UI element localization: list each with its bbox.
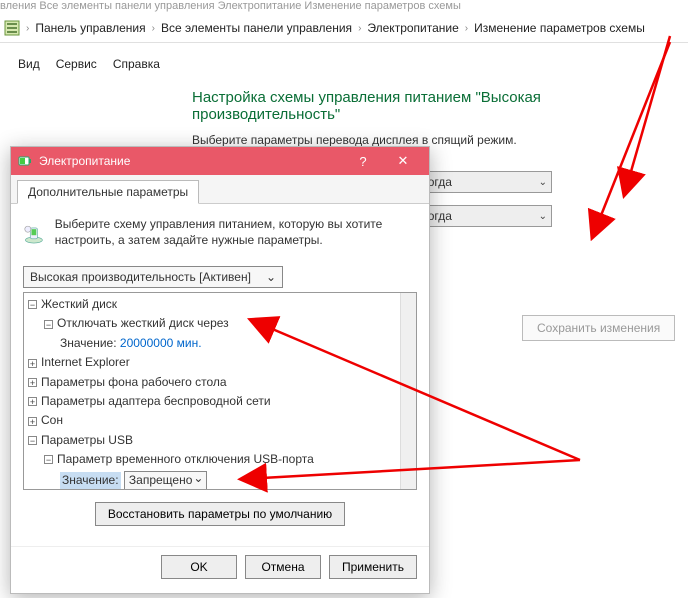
- tree-usb[interactable]: Параметры USB: [41, 433, 133, 447]
- tree-hdd-turnoff[interactable]: Отключать жесткий диск через: [57, 316, 229, 330]
- dialog-title: Электропитание: [39, 154, 343, 168]
- save-changes-button[interactable]: Сохранить изменения: [522, 315, 675, 341]
- collapse-icon[interactable]: −: [44, 320, 53, 329]
- tree-desktop-bg[interactable]: Параметры фона рабочего стола: [41, 375, 227, 389]
- apply-button[interactable]: Применить: [329, 555, 417, 579]
- menu-service[interactable]: Сервис: [56, 57, 97, 71]
- tree-sleep[interactable]: Сон: [41, 413, 63, 427]
- page-subtext: Выберите параметры перевода дисплея в сп…: [192, 133, 688, 147]
- value-label: Значение:: [60, 472, 121, 489]
- ok-button[interactable]: OK: [161, 555, 237, 579]
- chevron-right-icon: ›: [152, 23, 155, 34]
- chevron-right-icon: ›: [26, 23, 29, 34]
- chevron-right-icon: ›: [358, 23, 361, 34]
- active-scheme-select[interactable]: Высокая производительность [Активен] ⌄: [23, 266, 283, 288]
- page-heading: Настройка схемы управления питанием "Выс…: [192, 89, 688, 123]
- chevron-down-icon: ⌄: [266, 270, 276, 284]
- collapse-icon[interactable]: −: [28, 436, 37, 445]
- control-panel-icon: [4, 20, 20, 36]
- menu-bar: Вид Сервис Справка: [0, 51, 688, 77]
- hdd-timeout-value[interactable]: 20000000 мин.: [120, 336, 202, 350]
- tree-ie[interactable]: Internet Explorer: [41, 355, 130, 369]
- power-options-dialog: Электропитание ? ✕ Дополнительные параме…: [10, 146, 430, 594]
- expand-icon[interactable]: +: [28, 359, 37, 368]
- tree-hard-disk[interactable]: Жесткий диск: [41, 297, 117, 311]
- cancel-button[interactable]: Отмена: [245, 555, 321, 579]
- tree-wireless[interactable]: Параметры адаптера беспроводной сети: [41, 394, 271, 408]
- active-scheme-value: Высокая производительность [Активен]: [30, 270, 251, 284]
- value-label: Значение:: [60, 336, 117, 350]
- expand-icon[interactable]: +: [28, 397, 37, 406]
- breadcrumb: › Панель управления › Все элементы панел…: [0, 14, 688, 43]
- menu-help[interactable]: Справка: [113, 57, 160, 71]
- tab-strip: Дополнительные параметры: [11, 175, 429, 204]
- breadcrumb-item[interactable]: Панель управления: [35, 21, 145, 35]
- expand-icon[interactable]: +: [28, 417, 37, 426]
- breadcrumb-item[interactable]: Изменение параметров схемы: [474, 21, 645, 35]
- scrollbar[interactable]: [400, 293, 416, 489]
- dialog-intro-text: Выберите схему управления питанием, кото…: [55, 216, 417, 248]
- collapse-icon[interactable]: −: [44, 455, 53, 464]
- window-title-remnant: вления Все элементы панели управления Эл…: [0, 0, 688, 14]
- tree-usb-suspend[interactable]: Параметр временного отключения USB-порта: [57, 452, 314, 466]
- battery-icon: [17, 153, 33, 169]
- chevron-down-icon: ⌄: [539, 177, 547, 188]
- expand-icon[interactable]: +: [28, 378, 37, 387]
- menu-view[interactable]: Вид: [18, 57, 40, 71]
- help-button[interactable]: ?: [343, 147, 383, 175]
- chevron-right-icon: ›: [465, 23, 468, 34]
- breadcrumb-item[interactable]: Электропитание: [367, 21, 458, 35]
- dialog-titlebar: Электропитание ? ✕: [11, 147, 429, 175]
- tab-advanced[interactable]: Дополнительные параметры: [17, 180, 199, 204]
- collapse-icon[interactable]: −: [28, 300, 37, 309]
- settings-tree[interactable]: −Жесткий диск −Отключать жесткий диск че…: [23, 292, 417, 490]
- breadcrumb-item[interactable]: Все элементы панели управления: [161, 21, 352, 35]
- chevron-down-icon: ⌄: [539, 211, 547, 222]
- power-plan-icon: [23, 216, 45, 252]
- close-button[interactable]: ✕: [383, 147, 423, 175]
- restore-defaults-button[interactable]: Восстановить параметры по умолчанию: [95, 502, 345, 526]
- usb-suspend-value[interactable]: Запрещено: [124, 471, 207, 490]
